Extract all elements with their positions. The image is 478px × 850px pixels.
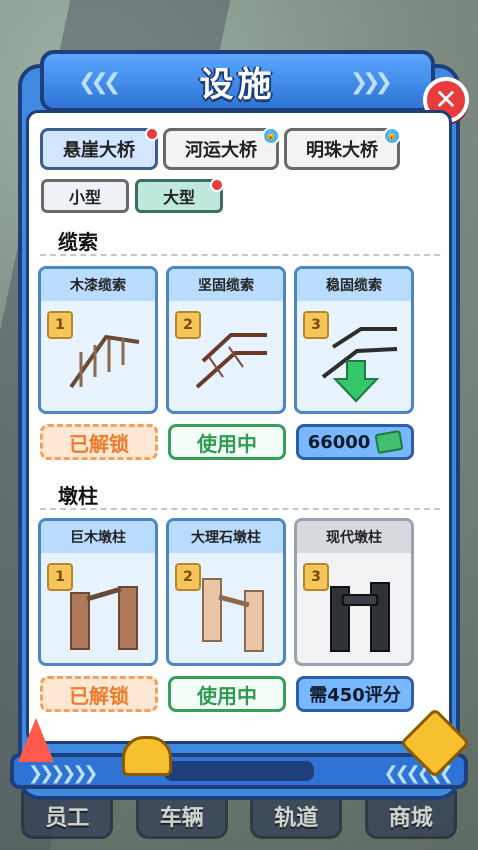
price-label: 66000 [307, 431, 371, 453]
item-card-wood-cable[interactable]: 木漆缆索 1 [38, 266, 158, 414]
item-name: 大理石墩柱 [169, 521, 283, 553]
section-divider [40, 508, 440, 510]
status-in-use-badge: 使用中 [168, 424, 286, 460]
buy-button[interactable]: 66000 [296, 424, 414, 460]
chevrons-right-icon: ❯❯❯ [349, 70, 393, 95]
traffic-cone-icon [18, 718, 54, 762]
status-label: 使用中 [197, 431, 257, 456]
nav-staff-label: 员工 [45, 806, 90, 831]
item-card-giant-wood-pier[interactable]: 巨木墩柱 1 [38, 518, 158, 666]
chevrons-left-icon: ❮❮❮ [78, 70, 121, 95]
lock-icon: 🔒 [383, 127, 401, 145]
status-label: 使用中 [197, 683, 257, 708]
modern-pier-icon [330, 582, 390, 652]
stable-cable-icon [321, 327, 398, 403]
status-unlocked-badge: 已解锁 [40, 424, 158, 460]
panel-title-bar: ❮❮❮ 设施 ❯❯❯ [40, 50, 435, 112]
notification-dot [145, 127, 159, 141]
nav-tracks-label: 轨道 [274, 806, 319, 831]
item-name: 坚固缆索 [169, 269, 283, 301]
requirement-button[interactable]: 需450评分 [296, 676, 414, 712]
size-filter-large[interactable]: 大型 [135, 178, 224, 213]
item-card-strong-cable[interactable]: 坚固缆索 2 [166, 266, 286, 414]
status-label: 已解锁 [69, 431, 129, 456]
tab-canal-bridge[interactable]: 河运大桥 🔒 [163, 127, 280, 170]
size-filter-label: 小型 [68, 188, 101, 207]
item-name: 巨木墩柱 [41, 521, 155, 553]
wood-cable-icon [69, 334, 140, 389]
item-card-modern-pier[interactable]: 现代墩柱 3 [294, 518, 414, 666]
lock-icon: 🔒 [262, 127, 280, 145]
page-title: 设施 [199, 64, 276, 105]
item-name: 稳固缆索 [297, 269, 411, 301]
item-name: 现代墩柱 [297, 521, 411, 553]
section-title-piers: 墩柱 [58, 484, 98, 508]
size-filter-label: 大型 [162, 188, 195, 207]
section-divider [40, 254, 440, 256]
marble-pier-icon [202, 578, 264, 652]
cash-icon [374, 429, 404, 455]
requirement-label: 需450评分 [309, 685, 401, 706]
panel-footer-bar: ❯❯❯❯❯❯ ❮❮❮❮❮❮ [10, 753, 468, 789]
status-label: 已解锁 [69, 683, 129, 708]
tab-label: 明珠大桥 [306, 140, 378, 161]
item-card-marble-pier[interactable]: 大理石墩柱 2 [166, 518, 286, 666]
tab-cliff-bridge[interactable]: 悬崖大桥 [40, 127, 159, 170]
section-title-cables: 缆索 [58, 230, 98, 254]
tab-pearl-bridge[interactable]: 明珠大桥 🔒 [284, 127, 401, 170]
nav-shop-label: 商城 [388, 806, 433, 831]
giant-wood-pier-icon [70, 586, 138, 650]
tab-label: 悬崖大桥 [63, 140, 135, 161]
item-name: 木漆缆索 [41, 269, 155, 301]
strong-cable-icon [195, 333, 267, 389]
footer-inner-slot [164, 761, 314, 781]
nav-vehicles-label: 车辆 [159, 806, 204, 831]
hard-hat-icon [122, 736, 172, 776]
status-unlocked-badge: 已解锁 [40, 676, 158, 712]
notification-dot [210, 178, 224, 192]
tab-label: 河运大桥 [185, 140, 257, 161]
chevrons-right-icon: ❯❯❯❯❯❯ [28, 763, 98, 784]
size-filter-small[interactable]: 小型 [41, 179, 129, 213]
status-in-use-badge: 使用中 [168, 676, 286, 712]
item-card-stable-cable[interactable]: 稳固缆索 3 [294, 266, 414, 414]
